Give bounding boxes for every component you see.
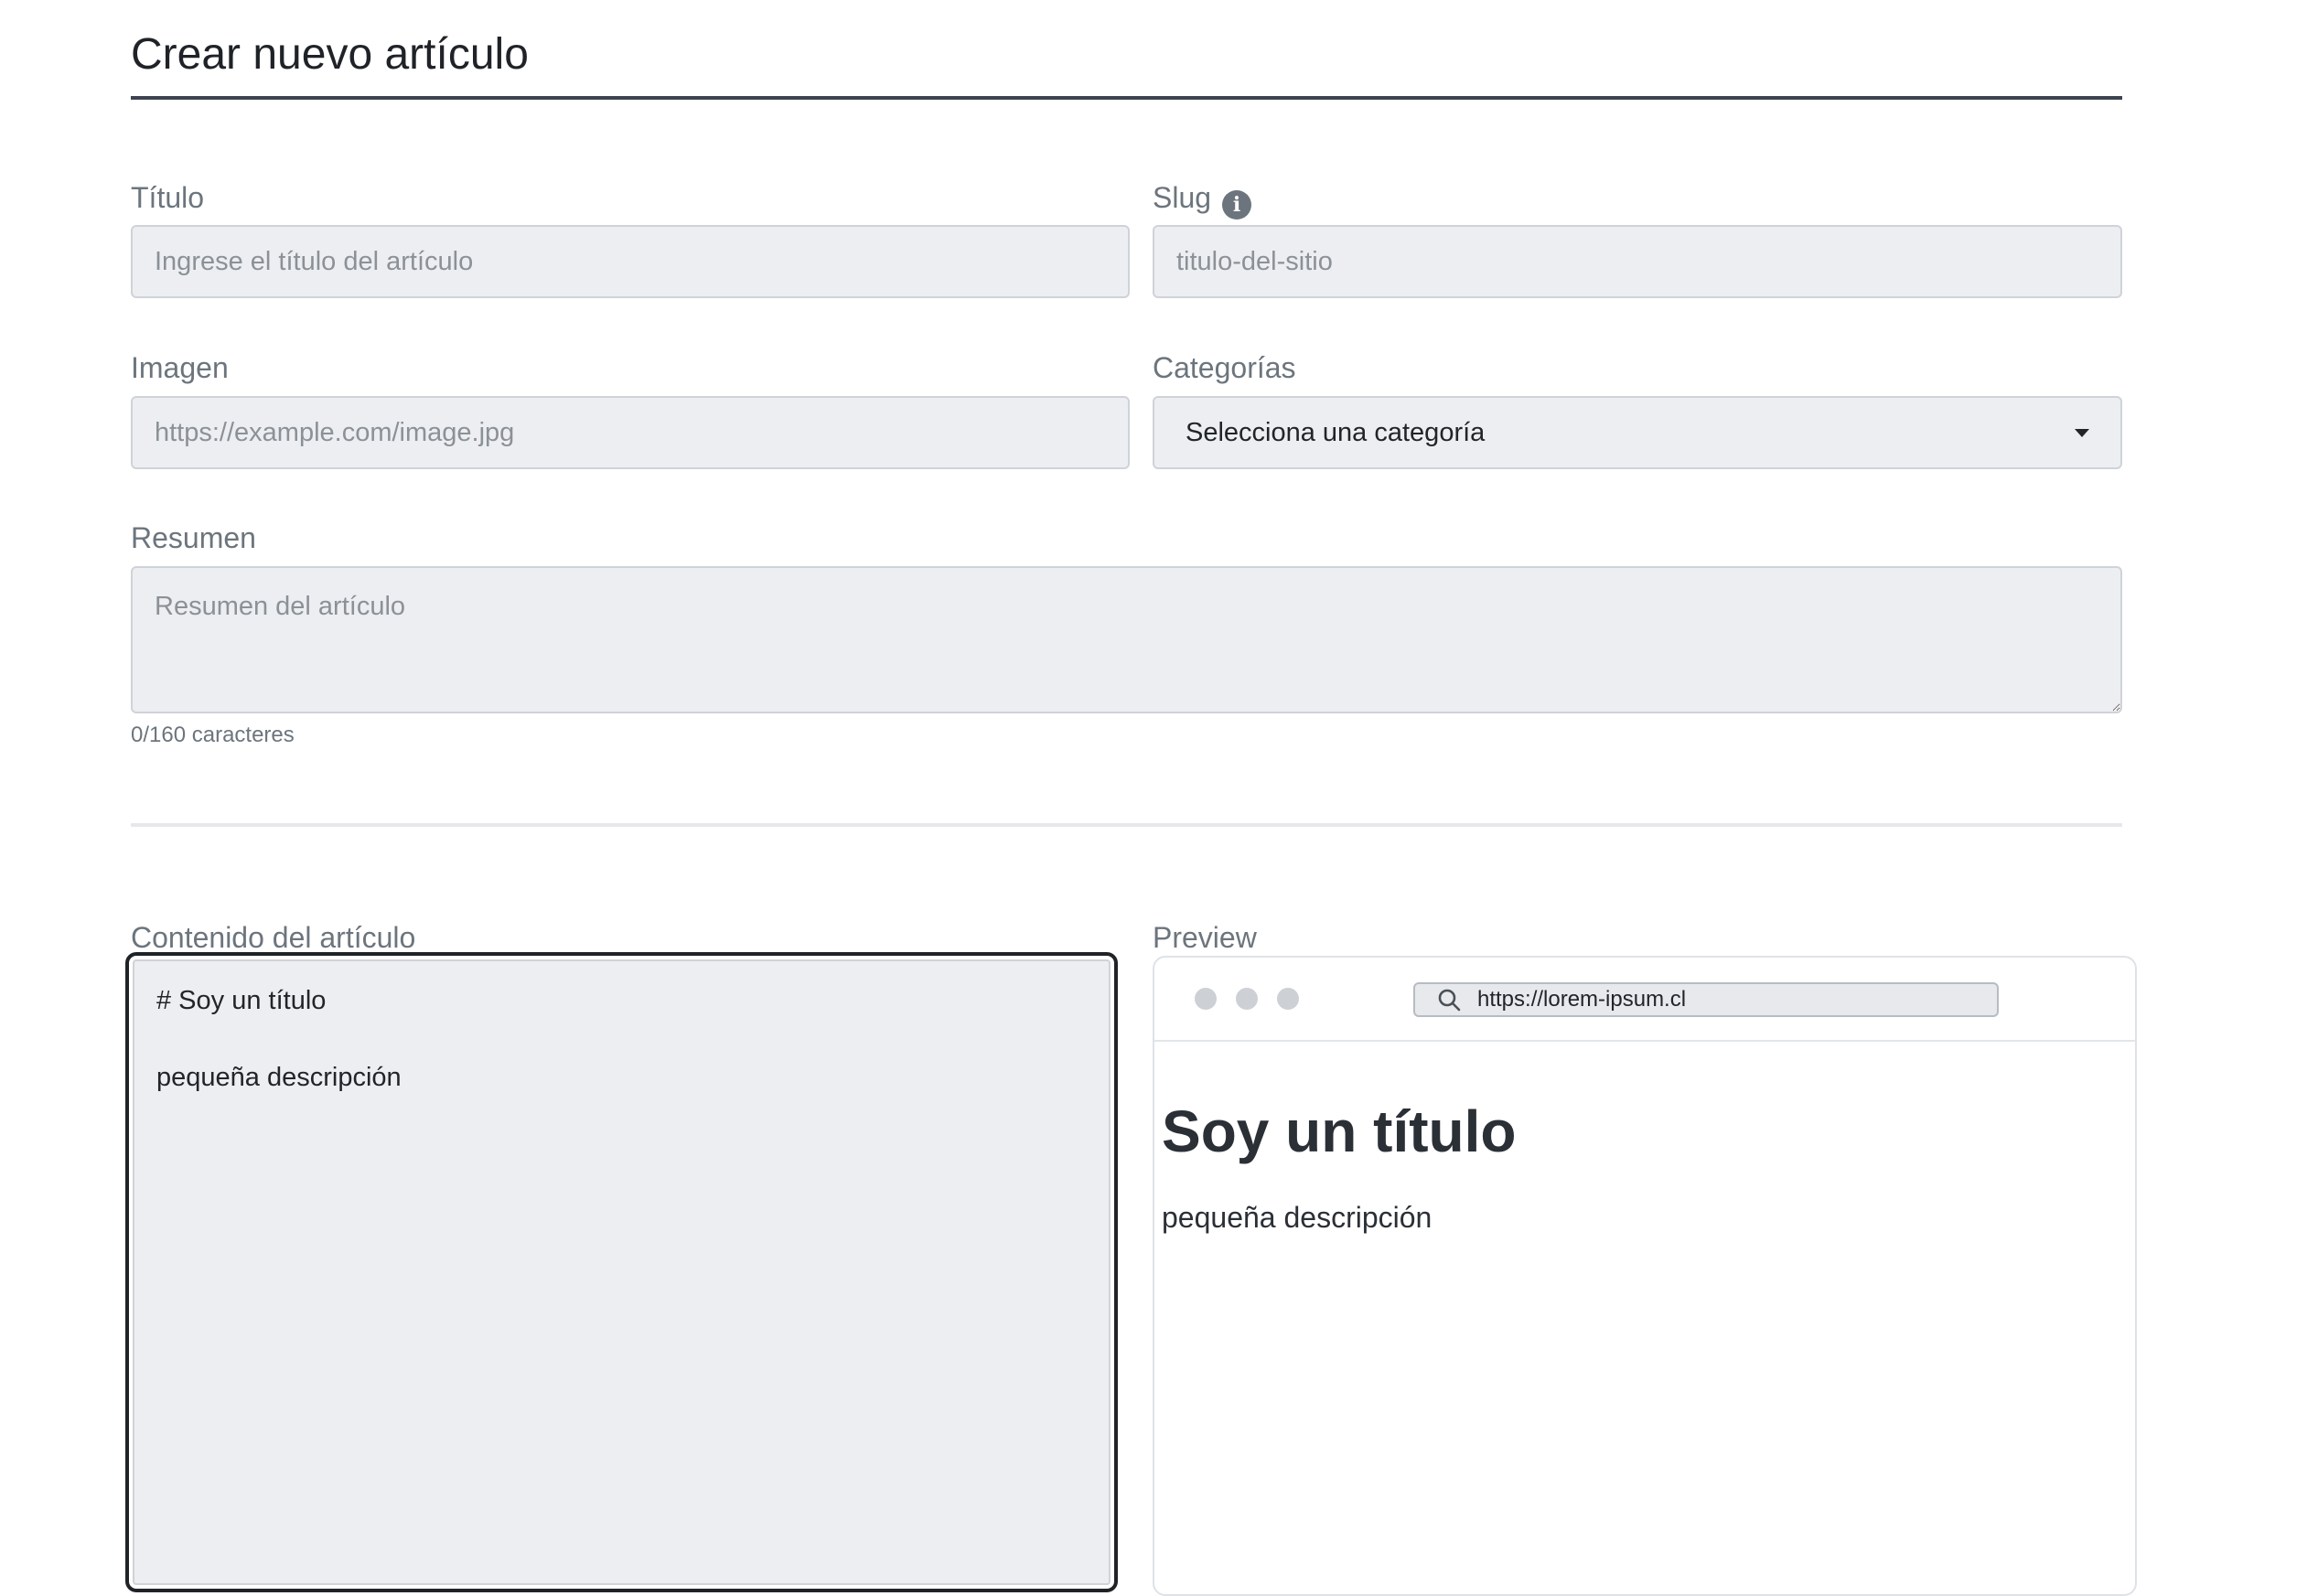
resumen-label: Resumen bbox=[131, 521, 256, 554]
resumen-textarea[interactable] bbox=[131, 566, 2122, 713]
preview-label: Preview bbox=[1153, 921, 1257, 954]
browser-url-text: https://lorem-ipsum.cl bbox=[1477, 987, 1687, 1012]
chevron-down-icon bbox=[2075, 428, 2089, 437]
categorias-selected-value: Selecciona una categoría bbox=[1186, 417, 1486, 447]
titulo-input[interactable] bbox=[131, 225, 1130, 298]
imagen-label: Imagen bbox=[131, 351, 229, 384]
section-divider bbox=[131, 823, 2122, 827]
page-title: Crear nuevo artículo bbox=[131, 30, 529, 79]
title-divider bbox=[131, 96, 2122, 100]
preview-panel: https://lorem-ipsum.cl Soy un título peq… bbox=[1153, 956, 2137, 1596]
categorias-select[interactable]: Selecciona una categoría bbox=[1153, 396, 2122, 469]
window-dot-icon bbox=[1195, 988, 1217, 1010]
resumen-char-count: 0/160 caracteres bbox=[131, 723, 295, 747]
info-icon[interactable]: i bbox=[1222, 190, 1252, 220]
window-dot-icon bbox=[1277, 988, 1299, 1010]
content-editor-textarea[interactable]: # Soy un título pequeña descripción bbox=[133, 959, 1111, 1585]
editor-line: # Soy un título bbox=[156, 986, 327, 1015]
preview-paragraph: pequeña descripción bbox=[1162, 1201, 1432, 1234]
browser-toolbar: https://lorem-ipsum.cl bbox=[1154, 958, 2135, 1042]
browser-url-bar: https://lorem-ipsum.cl bbox=[1413, 982, 1999, 1017]
editor-label: Contenido del artículo bbox=[131, 921, 416, 954]
imagen-url-input[interactable] bbox=[131, 396, 1130, 469]
categorias-label: Categorías bbox=[1153, 351, 1296, 384]
titulo-label: Título bbox=[131, 181, 205, 214]
window-dot-icon bbox=[1236, 988, 1258, 1010]
slug-label-group: Slug i bbox=[1153, 179, 1252, 220]
content-editor[interactable]: # Soy un título pequeña descripción bbox=[125, 952, 1118, 1592]
preview-heading: Soy un título bbox=[1162, 1098, 1517, 1164]
slug-label: Slug bbox=[1153, 181, 1212, 214]
slug-input[interactable] bbox=[1153, 225, 2122, 298]
search-icon bbox=[1438, 989, 1461, 1012]
editor-line: pequeña descripción bbox=[156, 1063, 402, 1092]
